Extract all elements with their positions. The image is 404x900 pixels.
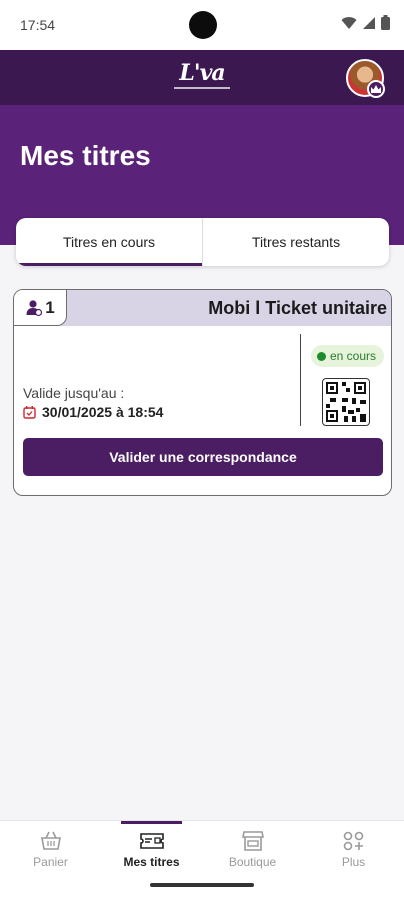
- nav-label: Mes titres: [123, 855, 180, 869]
- status-time: 17:54: [20, 17, 56, 33]
- basket-icon: [40, 831, 61, 850]
- valid-until-row: 30/01/2025 à 18:54: [23, 404, 163, 420]
- status-icons: [341, 15, 390, 30]
- tab-label: Titres restants: [251, 234, 341, 250]
- tabs: Titres en cours Titres restants: [16, 218, 389, 266]
- nav-label: Plus: [341, 855, 366, 869]
- camera-cutout: [189, 11, 217, 39]
- validate-connection-label: Valider une correspondance: [109, 449, 297, 465]
- home-indicator[interactable]: [150, 883, 254, 887]
- tab-titres-en-cours[interactable]: Titres en cours: [16, 218, 202, 266]
- passenger-count: 1: [45, 297, 55, 317]
- status-dot: [317, 351, 326, 361]
- ticket-name: Mobi l Ticket unitaire: [208, 298, 387, 318]
- wifi-icon: [341, 16, 357, 29]
- nav-item-boutique[interactable]: Boutique: [202, 821, 303, 900]
- tab-label: Titres en cours: [62, 234, 156, 250]
- nav-label: Panier: [33, 855, 68, 869]
- status-text: en cours: [330, 349, 377, 363]
- bottom-nav: Panier Mes titres Boutique Plus: [0, 820, 404, 900]
- qr-code-icon[interactable]: [322, 378, 370, 426]
- crown-icon: [367, 80, 385, 98]
- valid-until-label: Valide jusqu'au :: [23, 385, 125, 401]
- status-badge: en cours: [311, 345, 385, 367]
- status-bar: 17:54: [0, 0, 404, 50]
- passenger-badge: 1: [14, 290, 67, 326]
- divider: [300, 334, 301, 426]
- nav-item-mes-titres[interactable]: Mes titres: [101, 821, 202, 900]
- signal-icon: [363, 16, 375, 29]
- grid-plus-icon: [343, 831, 363, 851]
- valid-until-date: 30/01/2025 à 18:54: [42, 404, 164, 420]
- nav-item-panier[interactable]: Panier: [0, 821, 101, 900]
- nav-label: Boutique: [228, 855, 277, 869]
- passenger-icon: [26, 299, 43, 316]
- ticket-card-header: 1 Mobi l Ticket unitaire: [14, 290, 391, 326]
- app-header: L'va: [0, 50, 404, 105]
- calendar-icon: [23, 405, 36, 419]
- tab-titres-restants[interactable]: Titres restants: [202, 218, 389, 266]
- battery-icon: [381, 15, 390, 30]
- logo-text: L'va: [179, 60, 225, 86]
- nav-item-plus[interactable]: Plus: [303, 821, 404, 900]
- app-logo[interactable]: L'va: [172, 60, 232, 94]
- logo-underline: [174, 87, 230, 89]
- validate-connection-button[interactable]: Valider une correspondance: [23, 438, 383, 476]
- page-title: Mes titres: [20, 140, 151, 171]
- ticket-card[interactable]: 1 Mobi l Ticket unitaire Valide jusqu'au…: [13, 289, 392, 496]
- ticket-icon: [139, 833, 164, 849]
- shop-icon: [241, 831, 264, 851]
